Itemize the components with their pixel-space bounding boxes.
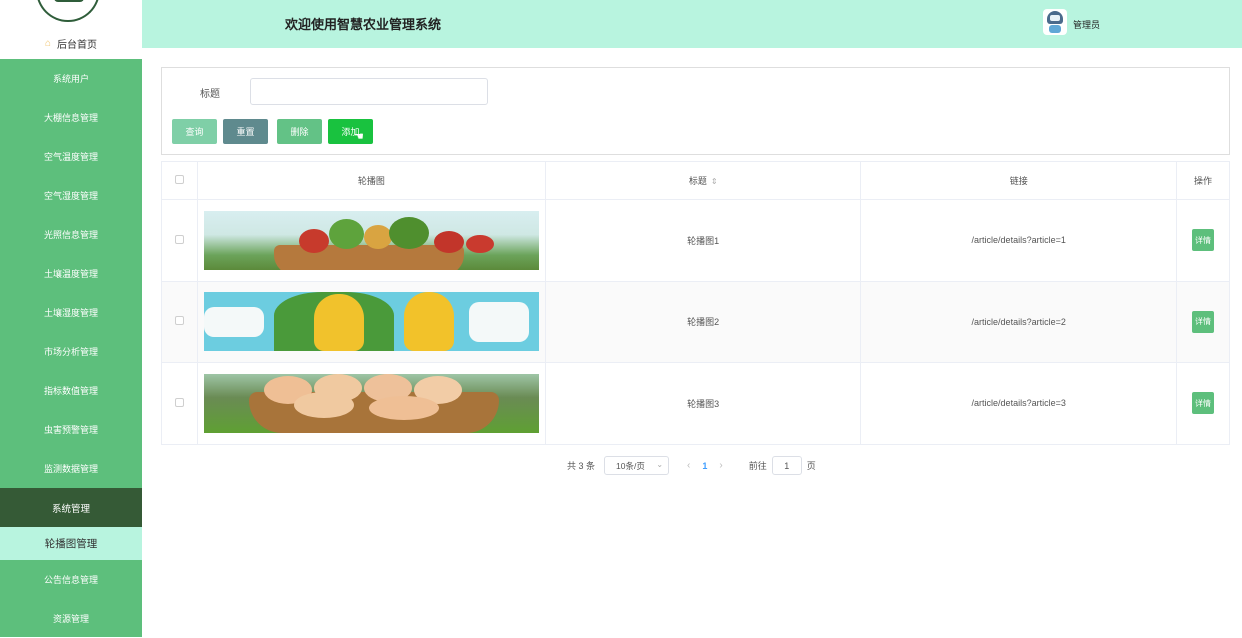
vegetable-shape [465, 234, 494, 253]
sidebar-item-air-humidity[interactable]: 空气湿度管理 [0, 176, 142, 215]
page-size-select[interactable]: 10条/页 ⌄ [604, 456, 670, 475]
search-input[interactable] [250, 78, 488, 105]
white-brush-shape [468, 302, 529, 343]
egg-basket-image [203, 373, 539, 433]
image-cell [196, 199, 546, 282]
carousel-table: 轮播图 标题 ⇕ 链接 操作 轮播图1 /article/details?art… [161, 161, 1230, 445]
table-row: 轮播图1 /article/details?article=1 详情 [161, 199, 1230, 282]
vegetable-shape [433, 230, 464, 253]
page-title: 欢迎使用智慧农业管理系统 [285, 17, 442, 32]
row-checkbox-cell [161, 362, 198, 445]
sidebar-item-soil-humidity[interactable]: 土壤湿度管理 [0, 293, 142, 332]
home-link[interactable]: ⌂ 后台首页 [0, 34, 142, 52]
operation-cell: 详情 [1176, 280, 1230, 363]
robot-avatar-icon [1047, 11, 1063, 24]
page-size-value: 10条/页 [616, 460, 645, 471]
detail-button[interactable]: 详情 [1192, 229, 1214, 252]
sidebar-item-greenhouse[interactable]: 大棚信息管理 [0, 98, 142, 137]
egg-shape [368, 395, 439, 420]
delete-button[interactable]: 删除 [277, 119, 322, 144]
header-image: 轮播图 [196, 161, 546, 200]
link-cell: /article/details?article=2 [860, 280, 1177, 363]
vegetable-basket-image [203, 210, 539, 270]
home-label: 后台首页 [57, 39, 98, 51]
current-page[interactable]: 1 [702, 461, 707, 471]
corn-image [203, 292, 539, 352]
row-checkbox-cell [161, 199, 198, 282]
page-suffix: 页 [806, 461, 816, 471]
title-cell: 轮播图1 [544, 199, 862, 282]
reset-button[interactable]: 重置 [223, 119, 268, 144]
detail-button[interactable]: 详情 [1192, 392, 1214, 415]
avatar-body [1049, 25, 1061, 33]
image-cell [196, 280, 546, 363]
next-page-icon[interactable]: › [719, 460, 722, 471]
image-cell [196, 362, 546, 445]
sidebar-item-soil-temperature[interactable]: 土壤温度管理 [0, 254, 142, 293]
avatar[interactable] [1043, 9, 1067, 35]
pagination: 共 3 条 10条/页 ⌄ ‹ 1 › 前往 1 页 [567, 456, 816, 475]
title-cell: 轮播图3 [544, 362, 862, 445]
vegetable-shape [388, 216, 429, 249]
link-cell: /article/details?article=1 [860, 199, 1177, 282]
search-panel: 标题 查询 重置 删除 添加 ☚ [161, 67, 1230, 155]
vegetable-shape [328, 218, 364, 249]
goto-page-input[interactable]: 1 [771, 456, 802, 475]
hand-cursor-icon: ☚ [354, 131, 364, 143]
select-all-checkbox[interactable] [174, 175, 184, 184]
row-checkbox-cell [161, 280, 198, 363]
header-title-label: 标题 [688, 176, 707, 186]
row-checkbox[interactable] [174, 234, 184, 244]
header: 欢迎使用智慧农业管理系统 管理员 [142, 0, 1242, 48]
sidebar-item-announcements[interactable]: 公告信息管理 [0, 560, 142, 599]
chevron-down-icon: ⌄ [656, 460, 664, 469]
row-checkbox[interactable] [174, 316, 184, 326]
sidebar-item-pest-warning[interactable]: 虫害预警管理 [0, 410, 142, 449]
white-brush-shape [203, 307, 264, 338]
link-cell: /article/details?article=3 [860, 362, 1177, 445]
header-title[interactable]: 标题 ⇕ [544, 161, 862, 200]
sort-icon[interactable]: ⇕ [711, 177, 718, 186]
egg-shape [293, 391, 354, 418]
corn-cob-shape [403, 292, 454, 352]
table-header-row: 轮播图 标题 ⇕ 链接 操作 [161, 161, 1230, 200]
header-operation: 操作 [1176, 161, 1230, 200]
sidebar: ⌂ 后台首页 系统用户 大棚信息管理 空气温度管理 空气湿度管理 光照信息管理 … [0, 0, 142, 637]
sidebar-item-carousel[interactable]: 轮播图管理 [0, 527, 142, 560]
sidebar-menu: 系统用户 大棚信息管理 空气温度管理 空气湿度管理 光照信息管理 土壤温度管理 … [0, 59, 142, 638]
title-cell: 轮播图2 [544, 280, 862, 363]
vegetable-shape [298, 228, 329, 253]
sidebar-item-market-analysis[interactable]: 市场分析管理 [0, 332, 142, 371]
sidebar-item-resources[interactable]: 资源管理 [0, 599, 142, 638]
goto-label: 前往 [748, 461, 767, 471]
table-row: 轮播图3 /article/details?article=3 详情 [161, 362, 1230, 445]
search-label: 标题 [200, 89, 220, 100]
sidebar-item-monitoring-data[interactable]: 监测数据管理 [0, 449, 142, 488]
row-checkbox[interactable] [174, 397, 184, 407]
detail-button[interactable]: 详情 [1192, 310, 1214, 333]
sidebar-item-system-management[interactable]: 系统管理 [0, 488, 142, 527]
prev-page-icon[interactable]: ‹ [687, 460, 690, 471]
select-all-cell [161, 161, 198, 200]
home-icon: ⌂ [44, 37, 52, 49]
monitor-icon [54, 0, 84, 2]
corn-cob-shape [313, 294, 364, 352]
logo [36, 0, 100, 22]
query-button[interactable]: 查询 [172, 119, 217, 144]
add-button[interactable]: 添加 [328, 119, 373, 144]
vegetable-shape [363, 224, 392, 249]
header-link: 链接 [860, 161, 1177, 200]
table-row: 轮播图2 /article/details?article=2 详情 [161, 280, 1230, 363]
operation-cell: 详情 [1176, 362, 1230, 445]
logo-area: ⌂ 后台首页 [0, 0, 142, 59]
sidebar-item-indicator-values[interactable]: 指标数值管理 [0, 371, 142, 410]
sidebar-item-light-info[interactable]: 光照信息管理 [0, 215, 142, 254]
operation-cell: 详情 [1176, 199, 1230, 282]
sidebar-item-air-temperature[interactable]: 空气温度管理 [0, 137, 142, 176]
sidebar-item-system-users[interactable]: 系统用户 [0, 59, 142, 98]
total-count: 共 3 条 [567, 461, 596, 471]
user-name[interactable]: 管理员 [1073, 18, 1100, 31]
